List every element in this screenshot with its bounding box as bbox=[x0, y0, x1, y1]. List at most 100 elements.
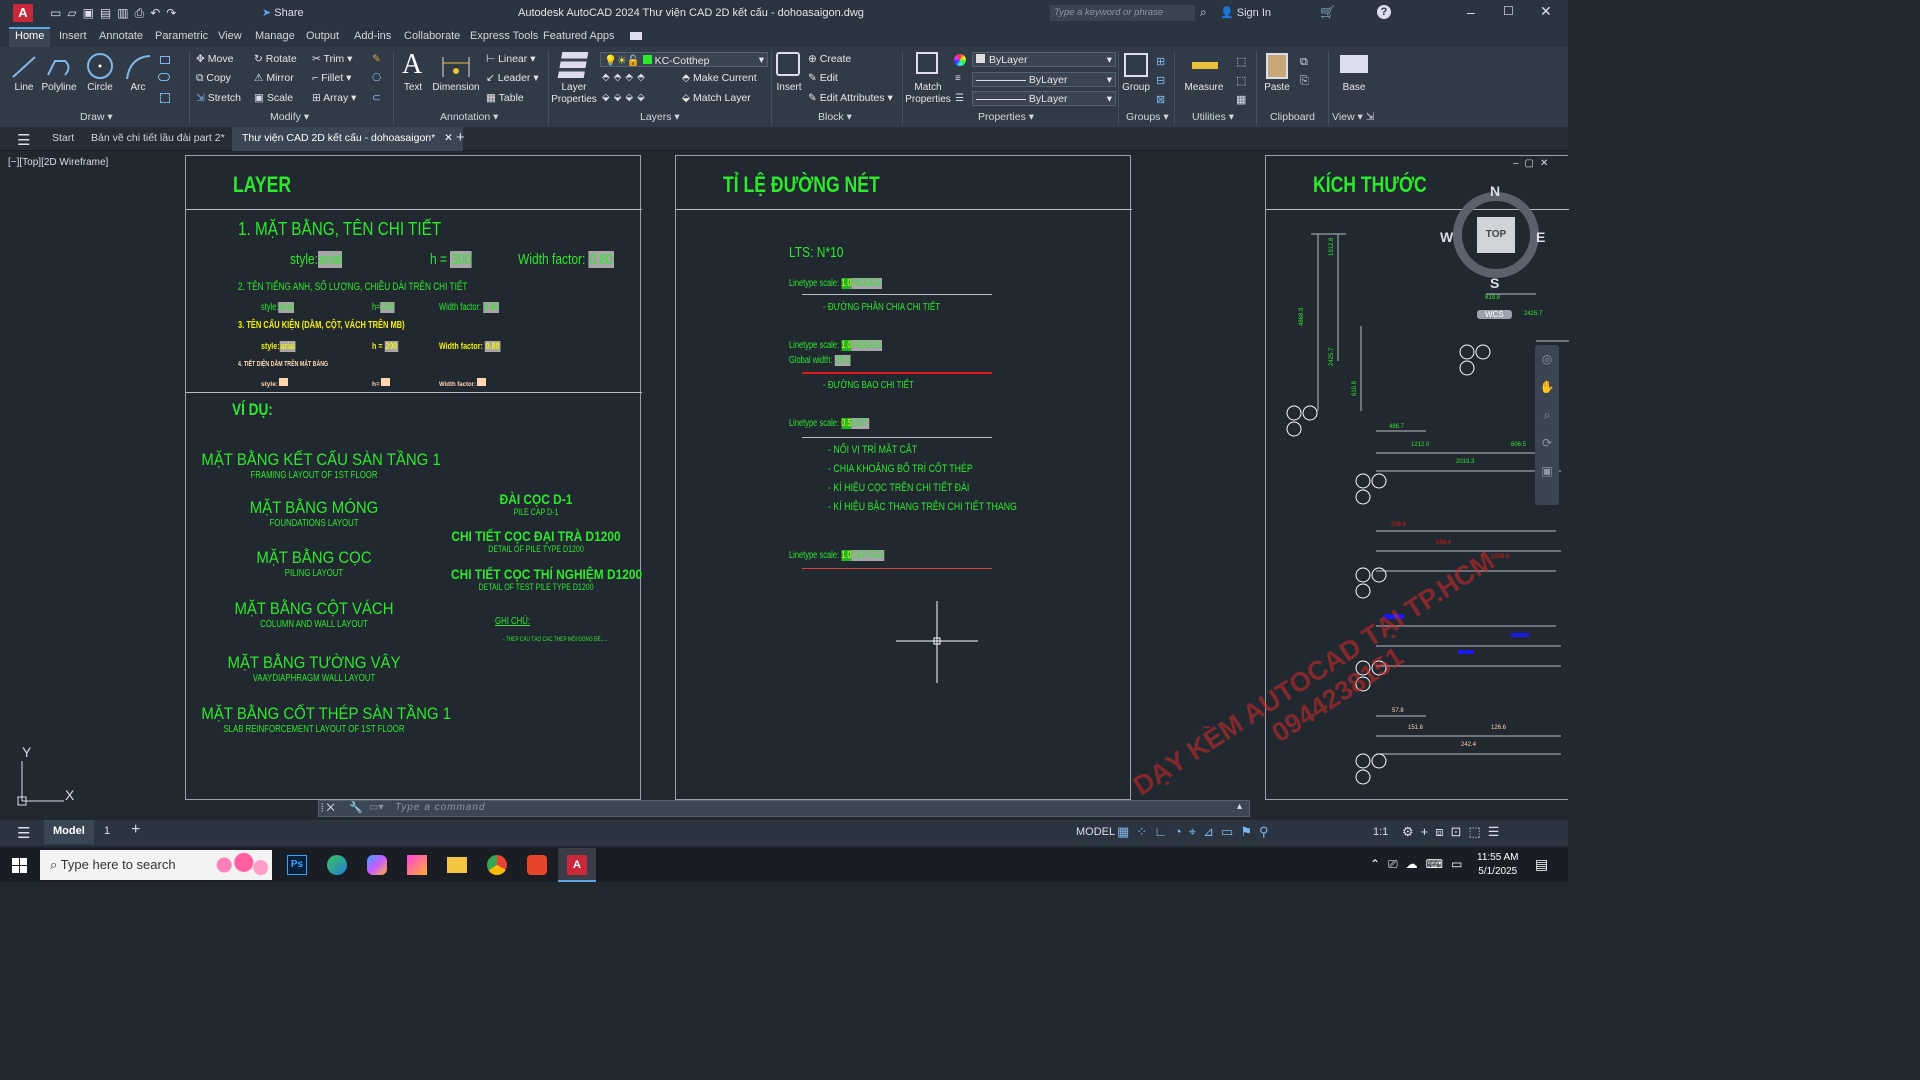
viewport-restore-controls[interactable]: –▢✕ bbox=[1513, 158, 1554, 169]
model-space-button[interactable]: MODEL bbox=[1076, 826, 1115, 838]
file-explorer-icon[interactable] bbox=[447, 857, 467, 873]
copilot-icon[interactable] bbox=[367, 855, 387, 875]
tab-layout-1[interactable]: 1 bbox=[104, 825, 110, 837]
plus-icon[interactable]: + bbox=[1421, 824, 1436, 839]
utility-tools-icons[interactable]: ⬚ ⬚ ▦ bbox=[1236, 53, 1246, 110]
tab-model[interactable]: Model bbox=[44, 820, 94, 844]
scale-button[interactable]: ▣ Scale bbox=[254, 92, 293, 104]
new-tab-icon[interactable]: + bbox=[456, 129, 465, 146]
tab-parametric[interactable]: Parametric bbox=[149, 29, 214, 43]
line-button[interactable]: Line bbox=[10, 82, 38, 93]
array-button[interactable]: ⊞ Array ▾ bbox=[312, 92, 356, 104]
edit-block-button[interactable]: ✎ Edit bbox=[808, 72, 838, 84]
color-dropdown[interactable]: ByLayer ▾ bbox=[972, 52, 1116, 67]
edit-attributes-button[interactable]: ✎ Edit Attributes ▾ bbox=[808, 92, 893, 104]
system-tray[interactable]: ⌃⎚☁⌨▭ bbox=[1370, 857, 1470, 872]
cart-icon[interactable]: 🛒 bbox=[1320, 5, 1335, 19]
showmotion-icon[interactable]: ▣ bbox=[1535, 457, 1559, 485]
viewcube[interactable]: TOP N S W E bbox=[1440, 183, 1545, 291]
layer-tools-icons-2[interactable]: ⬙⬙⬙⬙ bbox=[602, 92, 649, 103]
groups-panel-label[interactable]: Groups ▾ bbox=[1126, 111, 1169, 123]
clock[interactable]: 11:55 AM 5/1/2025 bbox=[1477, 851, 1519, 879]
lineweight-dropdown[interactable]: ByLayer ▾ bbox=[972, 72, 1116, 87]
group-button[interactable]: Group bbox=[1120, 82, 1152, 93]
open-icon[interactable]: ▱ bbox=[67, 6, 82, 20]
hardware-icon[interactable]: ⊡ bbox=[1451, 824, 1469, 839]
arc-button[interactable]: Arc bbox=[126, 82, 150, 93]
trim-button[interactable]: ✂ Trim ▾ bbox=[312, 53, 352, 65]
customize-icon[interactable]: ☰ bbox=[1488, 824, 1507, 839]
snap-icon[interactable]: ⁘ bbox=[1136, 824, 1154, 839]
tab-start[interactable]: Start bbox=[52, 132, 74, 144]
minimize-icon[interactable]: – bbox=[1467, 4, 1475, 20]
dimension-button[interactable]: Dimension bbox=[430, 82, 482, 93]
match-layer-button[interactable]: ⬙ Match Layer bbox=[682, 92, 751, 104]
windows-start-icon[interactable] bbox=[12, 858, 27, 873]
stretch-button[interactable]: ⇲ Stretch bbox=[196, 92, 241, 104]
menu-icon[interactable]: ☰ bbox=[17, 131, 30, 149]
annotation-scale[interactable]: 1:1 bbox=[1373, 826, 1388, 838]
maximize-icon[interactable]: ☐ bbox=[1503, 4, 1514, 18]
steering-wheel-icon[interactable]: ◎ bbox=[1535, 345, 1559, 373]
close-icon[interactable]: ✕ bbox=[1540, 3, 1552, 20]
erase-icon[interactable]: ✎ bbox=[372, 53, 381, 65]
autocad-logo-icon[interactable]: A bbox=[13, 4, 33, 22]
osnap-icon[interactable]: ⌖ bbox=[1189, 824, 1203, 839]
view-panel-label[interactable]: View ▾ ⇲ bbox=[1332, 111, 1374, 123]
chrome-icon[interactable] bbox=[487, 855, 507, 875]
tab-insert[interactable]: Insert bbox=[53, 29, 93, 43]
rectangle-icon[interactable] bbox=[160, 56, 170, 64]
compass-s[interactable]: S bbox=[1490, 275, 1499, 291]
sign-in-button[interactable]: 👤 Sign In bbox=[1220, 6, 1271, 19]
autocad-taskbar-icon[interactable]: A bbox=[558, 848, 596, 882]
block-panel-label[interactable]: Block ▾ bbox=[818, 111, 852, 123]
offset-icon[interactable]: ⊂ bbox=[372, 92, 381, 104]
orbit-icon[interactable]: ⟳ bbox=[1535, 429, 1559, 457]
layer-properties-button[interactable]: Layer Properties bbox=[550, 82, 598, 106]
add-layout-icon[interactable]: + bbox=[131, 821, 140, 839]
command-close-icon[interactable]: ⦙ ✕ bbox=[321, 802, 335, 815]
circle-button[interactable]: Circle bbox=[84, 82, 116, 93]
create-block-button[interactable]: ⊕ Create bbox=[808, 53, 851, 65]
properties-panel-label[interactable]: Properties ▾ bbox=[978, 111, 1034, 123]
gear-icon[interactable]: ⚙ bbox=[1402, 824, 1421, 839]
share-button[interactable]: ➤ Share bbox=[262, 6, 304, 19]
linetype-dropdown[interactable]: ByLayer ▾ bbox=[972, 91, 1116, 106]
undo-icon[interactable]: ↶ bbox=[150, 6, 166, 20]
search-icon[interactable]: ⌕ bbox=[1200, 5, 1207, 20]
polyline-button[interactable]: Polyline bbox=[40, 82, 78, 93]
pan-icon[interactable]: ✋ bbox=[1535, 373, 1559, 401]
help-icon[interactable]: ? bbox=[1377, 5, 1391, 19]
hatch-icon[interactable] bbox=[158, 73, 170, 81]
notification-icon[interactable]: ▤ bbox=[1535, 856, 1548, 873]
app-icon[interactable] bbox=[407, 855, 427, 875]
polar-icon[interactable]: ◔ bbox=[1174, 824, 1189, 839]
layout-menu-icon[interactable]: ☰ bbox=[17, 824, 30, 842]
mirror-button[interactable]: ⚠ Mirror bbox=[254, 72, 294, 84]
drawing-canvas[interactable]: [−][Top][2D Wireframe] LAYER 1. MẶT BẰNG… bbox=[0, 151, 1569, 820]
viewport-controls[interactable]: [−][Top][2D Wireframe] bbox=[8, 157, 108, 168]
navigation-bar[interactable]: ◎ ✋ ⌕ ⟳ ▣ bbox=[1535, 345, 1559, 505]
move-button[interactable]: ✥ Move bbox=[196, 53, 233, 65]
measure-button[interactable]: Measure bbox=[1182, 82, 1226, 93]
wcs-label[interactable]: WCS bbox=[1477, 310, 1512, 319]
annotation-visibility-icon[interactable]: ⚲ bbox=[1259, 824, 1276, 839]
redo-icon[interactable]: ↷ bbox=[166, 6, 182, 20]
command-input[interactable]: Type a command bbox=[395, 802, 486, 813]
fillet-button[interactable]: ⌐ Fillet ▾ bbox=[312, 72, 351, 84]
tab-drawing-1[interactable]: Bản vẽ chi tiết lầu đài part 2* bbox=[91, 132, 225, 144]
grid-icon[interactable]: ▦ bbox=[1117, 824, 1136, 839]
layer-dropdown[interactable]: 💡☀🔓 KC-Cotthep ▾ bbox=[600, 52, 768, 67]
tab-manage[interactable]: Manage bbox=[249, 29, 301, 43]
tab-featured-apps[interactable]: Featured Apps bbox=[537, 29, 621, 43]
lineweight-toggle-icon[interactable]: ▭ bbox=[1221, 824, 1240, 839]
status-tools[interactable]: ▦⁘∟◔⌖⊿▭⚑⚲ bbox=[1117, 824, 1276, 840]
group-tools-icons[interactable]: ⊞ ⊟ ⊠ bbox=[1156, 53, 1165, 110]
edge-icon[interactable] bbox=[327, 855, 347, 875]
status-tools-right[interactable]: ⚙+⧈⊡⬚☰ bbox=[1402, 824, 1506, 840]
saveas-icon[interactable]: ▤ bbox=[100, 6, 117, 20]
utilities-panel-label[interactable]: Utilities ▾ bbox=[1192, 111, 1234, 123]
close-tab-icon[interactable]: ✕ bbox=[444, 132, 453, 144]
tab-output[interactable]: Output bbox=[300, 29, 345, 43]
ortho-icon[interactable]: ∟ bbox=[1154, 824, 1174, 839]
